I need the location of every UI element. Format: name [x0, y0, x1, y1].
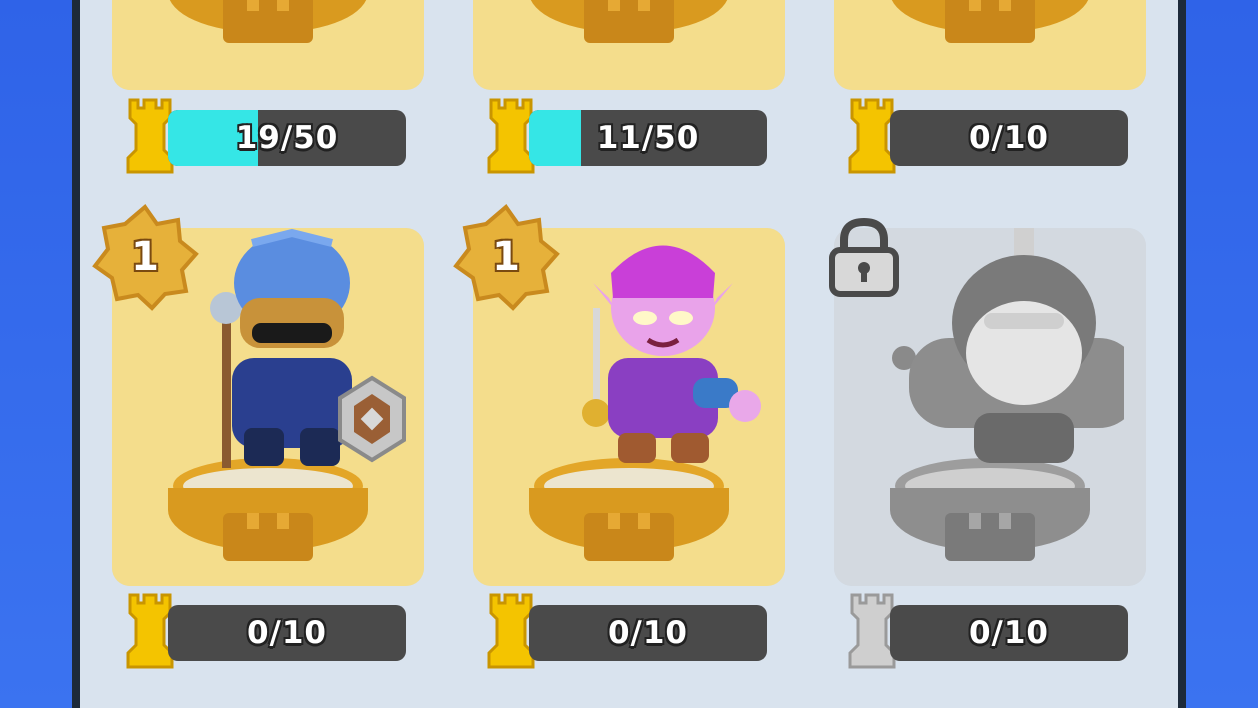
progress-bar: 0/10	[890, 605, 1128, 661]
statue-card-art	[112, 0, 424, 90]
progress-label: 0/10	[968, 120, 1050, 156]
statue-base	[153, 0, 383, 50]
statue-card-3[interactable]	[834, 0, 1146, 90]
progress-row-2: 11/50	[485, 96, 775, 174]
statue-card-2[interactable]	[473, 0, 785, 90]
bearded-warrior-statue-icon	[892, 228, 1124, 463]
statue-card-art	[473, 0, 785, 90]
progress-label: 19/50	[235, 120, 339, 156]
progress-label: 0/10	[968, 615, 1050, 651]
statue-card-1[interactable]	[112, 0, 424, 90]
progress-row-3: 0/10	[846, 96, 1136, 174]
statue-card-art	[834, 0, 1146, 90]
progress-row-4: 0/10	[124, 591, 414, 669]
progress-bar: 19/50	[168, 110, 406, 166]
progress-bar: 0/10	[890, 110, 1128, 166]
statue-base	[514, 0, 744, 50]
progress-bar: 0/10	[529, 605, 767, 661]
statue-base	[875, 0, 1105, 50]
level-number: 1	[492, 234, 520, 280]
progress-label: 0/10	[246, 615, 328, 651]
progress-bar: 11/50	[529, 110, 767, 166]
collection-panel: 19/50 11/50 0/10 1 1 0/10 0/10 0/10	[80, 0, 1178, 708]
progress-bar: 0/10	[168, 605, 406, 661]
padlock-icon	[829, 217, 899, 297]
progress-row-6: 0/10	[846, 591, 1136, 669]
level-badge: 1	[451, 202, 561, 312]
progress-row-1: 19/50	[124, 96, 414, 174]
progress-label: 11/50	[596, 120, 700, 156]
progress-row-5: 0/10	[485, 591, 775, 669]
level-number: 1	[131, 234, 159, 280]
level-badge: 1	[90, 202, 200, 312]
progress-label: 0/10	[607, 615, 689, 651]
